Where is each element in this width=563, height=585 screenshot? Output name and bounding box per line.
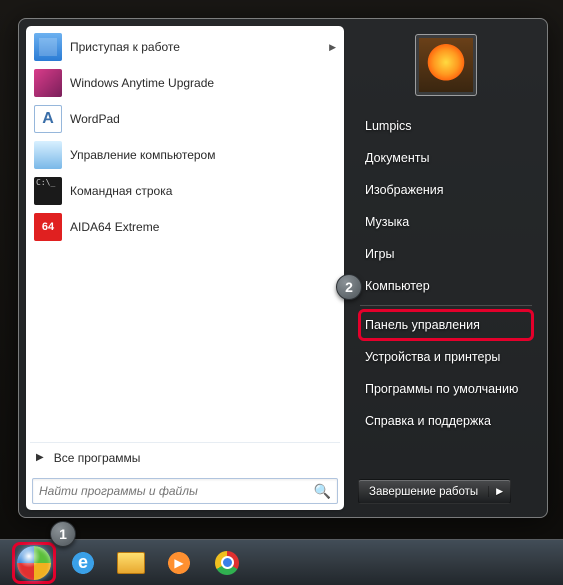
program-label: WordPad — [70, 112, 336, 126]
program-label: Приступая к работе — [70, 40, 325, 54]
cmd-icon: C:\_ — [34, 177, 62, 205]
all-programs-button[interactable]: ▶ Все программы — [30, 442, 340, 472]
aida64-icon: 64 — [34, 213, 62, 241]
annotation-marker-2: 2 — [336, 274, 362, 300]
search-input[interactable] — [39, 484, 314, 498]
start-menu-right-pane: Lumpics Документы Изображения Музыка Игр… — [344, 26, 540, 510]
right-item-control-panel[interactable]: Панель управления — [358, 309, 534, 341]
right-item-music[interactable]: Музыка — [358, 206, 534, 238]
submenu-arrow-icon: ▶ — [329, 42, 336, 53]
program-label: Управление компьютером — [70, 148, 336, 162]
program-item-aida64[interactable]: 64 AIDA64 Extreme — [28, 209, 342, 245]
taskbar-chrome-icon[interactable] — [206, 546, 248, 580]
shutdown-options-arrow-icon[interactable]: ▶ — [488, 486, 510, 497]
annotation-marker-1: 1 — [50, 521, 76, 547]
program-label: Windows Anytime Upgrade — [70, 76, 336, 90]
start-menu: Приступая к работе ▶ Windows Anytime Upg… — [18, 18, 548, 518]
program-item-getting-started[interactable]: Приступая к работе ▶ — [28, 29, 342, 65]
taskbar-ie-icon[interactable] — [62, 546, 104, 580]
windows-orb-icon — [17, 546, 51, 580]
anytime-upgrade-icon — [34, 69, 62, 97]
user-avatar — [419, 38, 473, 92]
separator — [360, 305, 532, 306]
shutdown-button[interactable]: Завершение работы ▶ — [358, 479, 511, 504]
right-item-help[interactable]: Справка и поддержка — [358, 405, 534, 437]
taskbar-media-player-icon[interactable] — [158, 546, 200, 580]
taskbar-explorer-icon[interactable] — [110, 546, 152, 580]
shutdown-label: Завершение работы — [359, 486, 488, 498]
taskbar — [0, 539, 563, 585]
flag-icon — [34, 33, 62, 61]
program-item-cmd[interactable]: C:\_ Командная строка — [28, 173, 342, 209]
program-item-wordpad[interactable]: A WordPad — [28, 101, 342, 137]
program-item-anytime-upgrade[interactable]: Windows Anytime Upgrade — [28, 65, 342, 101]
chevron-right-icon: ▶ — [36, 452, 44, 463]
right-item-pictures[interactable]: Изображения — [358, 174, 534, 206]
start-button[interactable] — [12, 542, 56, 584]
right-item-computer[interactable]: Компьютер — [358, 270, 534, 302]
wordpad-icon: A — [34, 105, 62, 133]
right-item-default-programs[interactable]: Программы по умолчанию — [358, 373, 534, 405]
right-item-documents[interactable]: Документы — [358, 142, 534, 174]
pinned-programs-list: Приступая к работе ▶ Windows Anytime Upg… — [26, 26, 344, 439]
program-label: AIDA64 Extreme — [70, 220, 336, 234]
search-icon[interactable]: 🔍 — [314, 483, 331, 500]
search-box[interactable]: 🔍 — [32, 478, 338, 504]
program-label: Командная строка — [70, 184, 336, 198]
computer-management-icon — [34, 141, 62, 169]
start-menu-left-pane: Приступая к работе ▶ Windows Anytime Upg… — [26, 26, 344, 510]
user-avatar-frame[interactable] — [415, 34, 477, 96]
all-programs-label: Все программы — [54, 451, 141, 465]
program-item-computer-management[interactable]: Управление компьютером — [28, 137, 342, 173]
right-item-games[interactable]: Игры — [358, 238, 534, 270]
right-item-user[interactable]: Lumpics — [358, 110, 534, 142]
right-item-devices-printers[interactable]: Устройства и принтеры — [358, 341, 534, 373]
